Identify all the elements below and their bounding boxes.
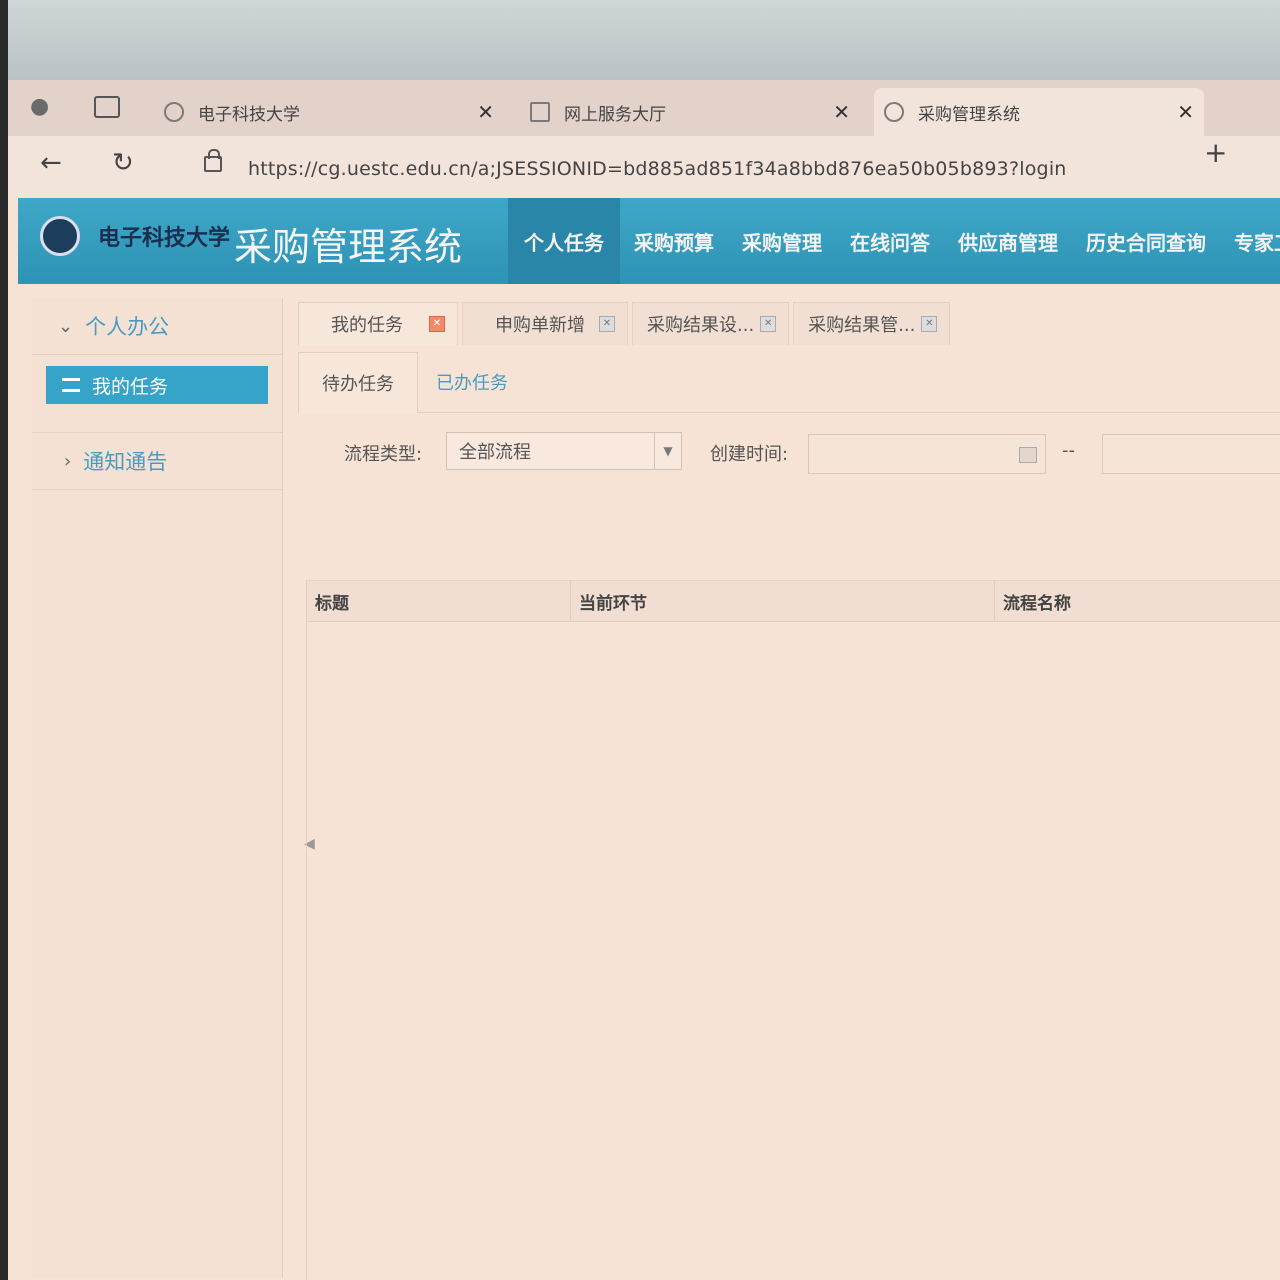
column-title[interactable]: 标题	[307, 581, 571, 621]
create-time-label: 创建时间:	[710, 444, 789, 465]
process-type-value: 全部流程	[459, 442, 531, 463]
profile-icon[interactable]: ●	[30, 94, 49, 119]
browser-tab-title: 电子科技大学	[198, 104, 300, 125]
background-wall	[0, 0, 1280, 80]
page-tabs: 我的任务 ✕ 申购单新增 ✕ 采购结果设... ✕ 采购结果管... ✕	[298, 302, 954, 348]
close-icon[interactable]: ✕	[921, 316, 938, 332]
nav-procurement-budget[interactable]: 采购预算	[620, 198, 728, 284]
browser-tab-procurement[interactable]: 采购管理系统 ✕	[874, 88, 1204, 136]
new-tab-button[interactable]: +	[1204, 136, 1227, 169]
home-icon	[530, 102, 550, 122]
globe-icon	[164, 102, 184, 122]
task-table: 标题 当前环节 流程名称	[306, 580, 1280, 1280]
page-tab-new-requisition[interactable]: 申购单新增 ✕	[462, 302, 628, 345]
chevron-down-icon: ⌄	[58, 315, 74, 337]
lock-icon[interactable]	[204, 149, 222, 172]
nav-personal-tasks[interactable]: 个人任务	[508, 198, 620, 284]
app-header: 电子科技大学 采购管理系统 个人任务 采购预算 采购管理 在线问答 供应商管理 …	[18, 198, 1280, 284]
refresh-icon[interactable]: ↻	[112, 148, 134, 178]
app-title: 采购管理系统	[234, 225, 463, 269]
tab-completed-tasks[interactable]: 已办任务	[436, 352, 508, 412]
close-icon[interactable]: ✕	[429, 316, 445, 332]
dropdown-arrow-icon[interactable]: ▼	[654, 433, 681, 469]
monitor-bezel	[0, 0, 8, 1280]
process-type-label: 流程类型:	[344, 444, 423, 465]
page-tab-label: 申购单新增	[495, 315, 585, 336]
sidebar: ⌄ 个人办公 我的任务 › 通知通告	[32, 298, 283, 1278]
browser-tab-uestc[interactable]: 电子科技大学 ✕	[164, 88, 504, 136]
column-current-step[interactable]: 当前环节	[571, 581, 995, 621]
list-icon	[62, 378, 80, 392]
page-tab-label: 采购结果管...	[808, 315, 916, 336]
browser-tab-strip: ● 电子科技大学 ✕ 网上服务大厅 ✕ 采购管理系统 ✕	[8, 80, 1280, 144]
sidebar-item-label: 我的任务	[92, 375, 169, 398]
nav-expert-work[interactable]: 专家工作	[1220, 198, 1280, 284]
page-tab-my-tasks[interactable]: 我的任务 ✕	[298, 302, 458, 345]
page-tab-result-setup[interactable]: 采购结果设... ✕	[632, 302, 790, 345]
screen: ● 电子科技大学 ✕ 网上服务大厅 ✕ 采购管理系统 ✕ ← ↻ https:/…	[8, 80, 1280, 1280]
nav-contract-history[interactable]: 历史合同查询	[1072, 198, 1220, 284]
sidebar-section-personal[interactable]: ⌄ 个人办公	[32, 298, 282, 355]
university-name: 电子科技大学	[98, 225, 231, 251]
column-process-name[interactable]: 流程名称	[995, 581, 1280, 621]
main-nav: 个人任务 采购预算 采购管理 在线问答 供应商管理 历史合同查询 专家工作	[508, 198, 1280, 284]
tab-pending-tasks[interactable]: 待办任务	[298, 352, 418, 413]
end-date-input[interactable]	[1102, 434, 1280, 474]
browser-tab-title: 采购管理系统	[918, 104, 1020, 125]
table-header: 标题 当前环节 流程名称	[307, 580, 1280, 622]
nav-procurement-management[interactable]: 采购管理	[728, 198, 836, 284]
page-tab-label: 我的任务	[331, 315, 403, 336]
university-logo	[40, 216, 80, 256]
back-icon[interactable]: ←	[40, 148, 62, 178]
sidebar-section-label: 个人办公	[85, 315, 170, 339]
chevron-right-icon: ›	[64, 450, 72, 472]
address-bar: ← ↻ https://cg.uestc.edu.cn/a;JSESSIONID…	[8, 136, 1280, 196]
start-date-input[interactable]	[808, 434, 1046, 474]
date-range-separator: --	[1062, 440, 1075, 461]
close-icon[interactable]: ✕	[833, 100, 850, 124]
nav-online-qa[interactable]: 在线问答	[836, 198, 944, 284]
page-tab-result-management[interactable]: 采购结果管... ✕	[793, 302, 951, 345]
browser-tab-service-hall[interactable]: 网上服务大厅 ✕	[530, 88, 860, 136]
url-field[interactable]: https://cg.uestc.edu.cn/a;JSESSIONID=bd8…	[248, 158, 1067, 180]
calendar-icon[interactable]	[1019, 447, 1037, 463]
page-tab-label: 采购结果设...	[647, 315, 755, 336]
tab-actions-icon[interactable]	[94, 96, 120, 118]
sidebar-item-my-tasks[interactable]: 我的任务	[46, 366, 268, 404]
filter-bar: 流程类型: 全部流程 ▼ 创建时间: --	[298, 428, 1280, 478]
nav-supplier-management[interactable]: 供应商管理	[944, 198, 1072, 284]
task-subtabs: 待办任务 已办任务	[298, 352, 1280, 413]
close-icon[interactable]: ✕	[599, 316, 615, 332]
main-content: 我的任务 ✕ 申购单新增 ✕ 采购结果设... ✕ 采购结果管... ✕ 待办任…	[298, 298, 1280, 1280]
close-icon[interactable]: ✕	[1177, 100, 1194, 124]
sidebar-section-notices[interactable]: › 通知通告	[32, 432, 282, 490]
sidebar-section-label: 通知通告	[83, 450, 168, 474]
site-icon	[884, 102, 904, 122]
close-icon[interactable]: ✕	[760, 316, 777, 332]
browser-tab-title: 网上服务大厅	[564, 104, 666, 125]
process-type-select[interactable]: 全部流程 ▼	[446, 432, 682, 470]
close-icon[interactable]: ✕	[477, 100, 494, 124]
